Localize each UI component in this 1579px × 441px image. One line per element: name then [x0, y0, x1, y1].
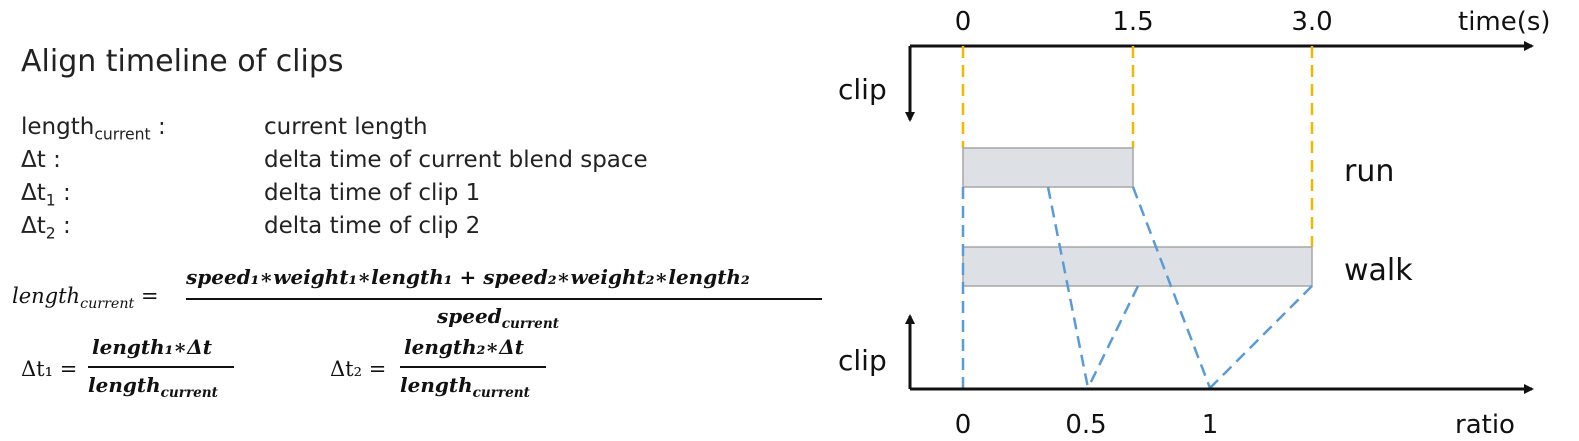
timeline-diagram: time(s) 0 1.5 3.0 clip run walk clip 0 0…: [838, 7, 1551, 440]
ratio-axis-label: ratio: [1455, 410, 1515, 440]
ratio-tick-1: 1: [1202, 410, 1219, 440]
time-axis-label: time(s): [1458, 7, 1551, 37]
time-tick-3-0: 3.0: [1291, 7, 1332, 37]
ratio-guide-walk-end: [1209, 285, 1313, 389]
time-tick-0: 0: [955, 7, 972, 37]
walk-clip-label: walk: [1344, 253, 1413, 288]
bottom-clip-label: clip: [838, 344, 887, 377]
ratio-guide-run-mid: [1046, 186, 1090, 389]
ratio-tick-0: 0: [955, 410, 972, 440]
walk-clip-bar: [962, 246, 1313, 287]
top-clip-label: clip: [838, 73, 887, 106]
ratio-tick-0-5: 0.5: [1065, 410, 1106, 440]
run-clip-label: run: [1344, 154, 1394, 189]
time-tick-1-5: 1.5: [1112, 7, 1153, 37]
ratio-guide-walk-mid: [1086, 285, 1140, 389]
run-clip-bar: [962, 147, 1134, 188]
ratio-guide-run-end: [1131, 186, 1212, 389]
